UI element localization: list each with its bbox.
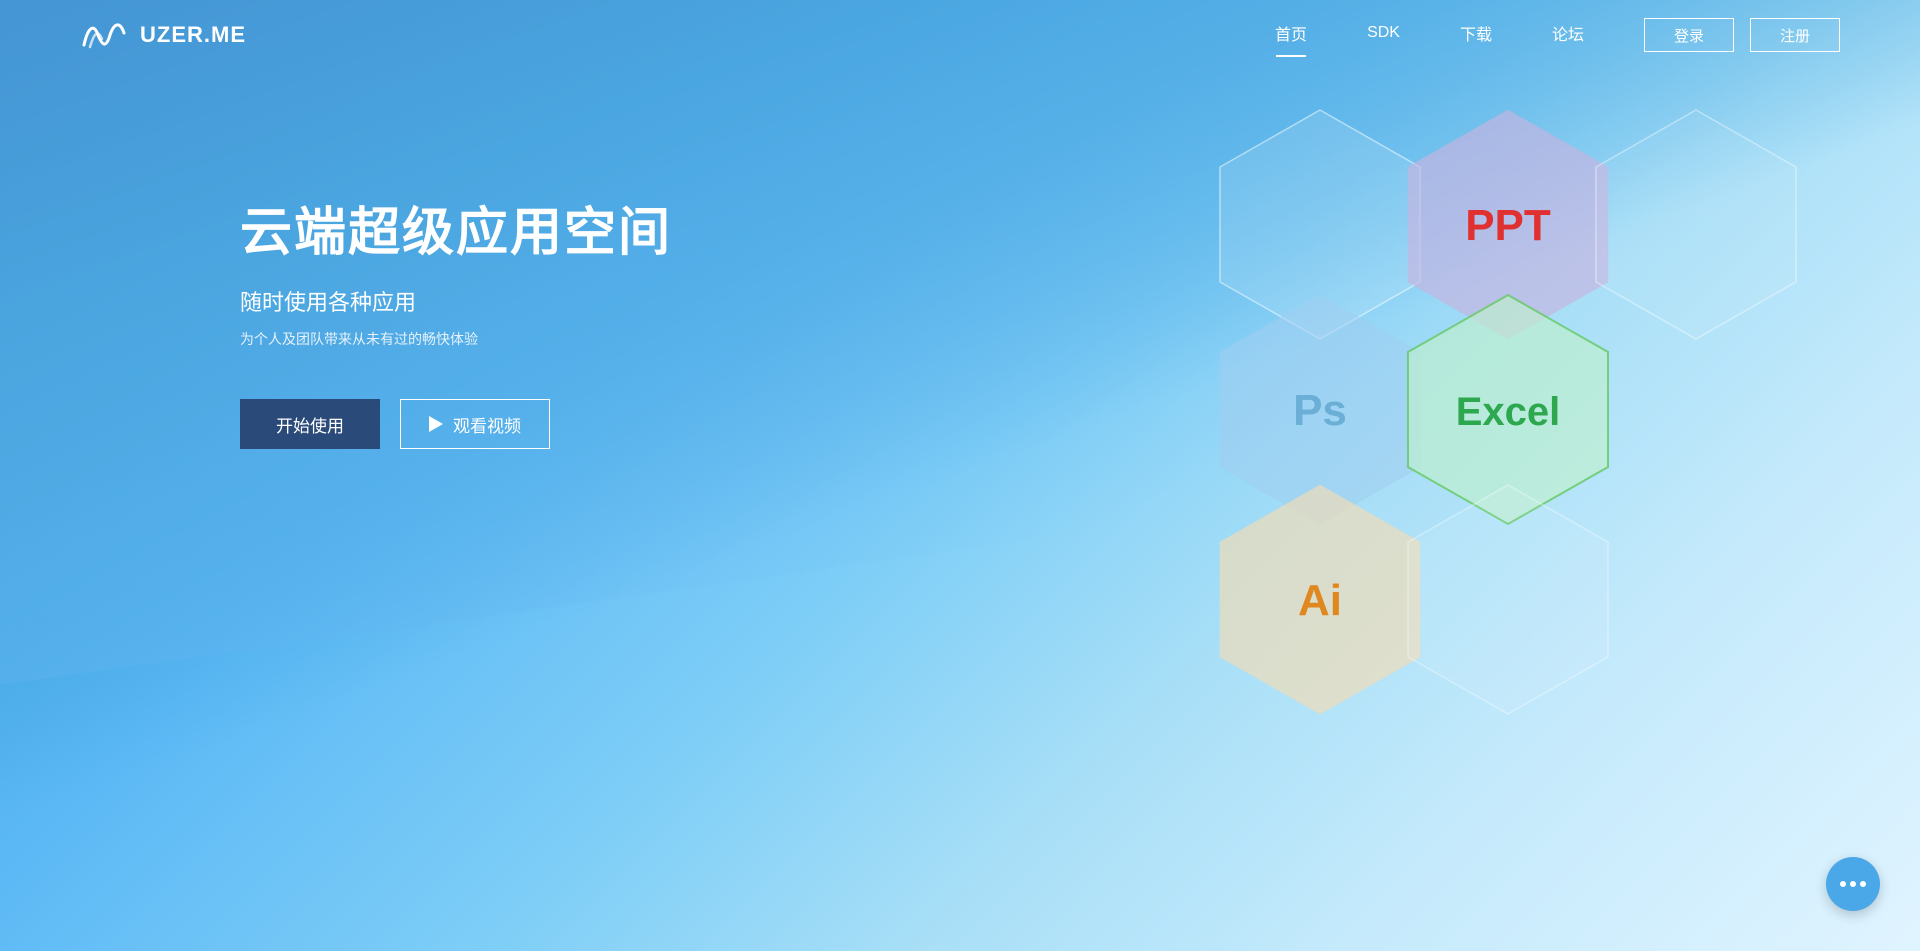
logo-icon xyxy=(80,17,130,53)
login-button[interactable]: 登录 xyxy=(1644,18,1734,52)
nav-buttons: 登录 注册 xyxy=(1644,18,1840,52)
hexagons-svg: PPT Ps Excel Ai xyxy=(1140,100,1820,720)
logo-text: UZER.ME xyxy=(140,22,246,48)
play-icon xyxy=(429,416,443,432)
logo-area: UZER.ME xyxy=(80,17,246,53)
video-label: 观看视频 xyxy=(453,412,521,437)
svg-text:Excel: Excel xyxy=(1456,390,1561,434)
video-button[interactable]: 观看视频 xyxy=(400,399,550,449)
chat-bubble[interactable] xyxy=(1826,857,1880,911)
nav-forum[interactable]: 论坛 xyxy=(1552,21,1584,49)
hexagons-area: PPT Ps Excel Ai xyxy=(1140,100,1820,720)
nav-home[interactable]: 首页 xyxy=(1275,21,1307,49)
chat-dot-3 xyxy=(1860,881,1866,887)
svg-text:Ai: Ai xyxy=(1298,576,1342,625)
nav-sdk[interactable]: SDK xyxy=(1367,24,1400,46)
chat-dot-2 xyxy=(1850,881,1856,887)
navbar: UZER.ME 首页 SDK 下载 论坛 登录 注册 xyxy=(0,0,1920,70)
register-button[interactable]: 注册 xyxy=(1750,18,1840,52)
chat-dots xyxy=(1840,881,1866,887)
chat-dot-1 xyxy=(1840,881,1846,887)
nav-links: 首页 SDK 下载 论坛 xyxy=(1275,21,1584,49)
nav-download[interactable]: 下载 xyxy=(1460,21,1492,49)
start-button[interactable]: 开始使用 xyxy=(240,399,380,449)
svg-text:Ps: Ps xyxy=(1293,386,1347,435)
svg-text:PPT: PPT xyxy=(1465,201,1551,250)
